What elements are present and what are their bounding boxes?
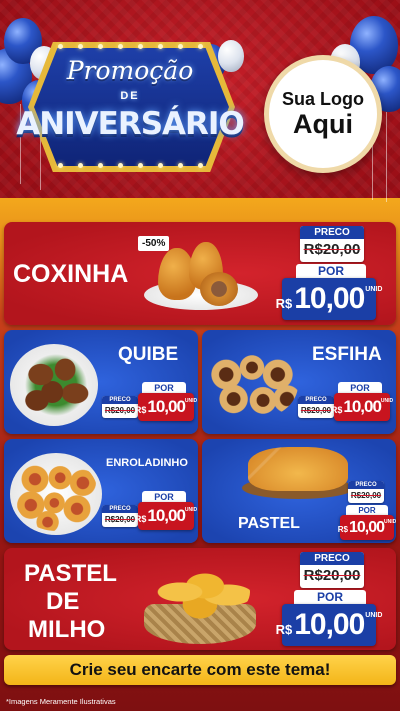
discount-badge: -50%: [138, 236, 170, 251]
old-price-box: PRECO R$20,00: [102, 396, 138, 418]
balloon-string: [386, 112, 387, 202]
bulb: [118, 163, 123, 168]
unit-label: UNID: [184, 398, 198, 404]
old-price-label: PRECO: [102, 396, 138, 404]
new-price-box: R$ 10,00 UNID: [276, 604, 382, 646]
old-price-value: R$20,00: [104, 406, 136, 415]
currency: R$: [134, 513, 147, 524]
old-price-label: PRECO: [348, 481, 384, 489]
old-price-box: PRECO R$20,00: [102, 505, 138, 527]
old-price-value: R$20,00: [350, 491, 382, 500]
old-price-box: PRECO R$20,00: [348, 481, 384, 503]
old-price-box: PRECO R$20,00: [300, 226, 364, 262]
old-price-box: PRECO R$20,00: [298, 396, 334, 418]
bulb: [58, 163, 63, 168]
unit-label: UNID: [365, 286, 383, 293]
product-name-line2: DE: [46, 588, 80, 615]
promo-subtitle: ANIVERSÁRIO: [16, 106, 245, 142]
new-price-box: R$ 10,00 UNID: [134, 502, 198, 530]
promo-de: DE: [120, 90, 140, 102]
old-price-value: R$20,00: [104, 515, 136, 524]
currency: R$: [337, 525, 348, 534]
logo-line1: Sua Logo: [282, 89, 364, 110]
unit-label: UNID: [365, 612, 383, 619]
new-price-value: 10,00: [348, 518, 385, 536]
bulb: [118, 44, 123, 49]
product-card-esfiha: ESFIHA POR PRECO R$20,00 R$ 10,00 UNID: [202, 330, 396, 434]
promo-sign: Promoção DE ANIVERSÁRIO: [14, 40, 246, 172]
product-card-quibe: QUIBE POR PRECO R$20,00 R$ 10,00 UNID: [4, 330, 198, 434]
product-card-pastel: PASTEL PRECO R$20,00 POR R$ 10,00 UNID: [202, 439, 396, 543]
unit-label: UNID: [380, 398, 394, 404]
por-label: POR: [296, 264, 366, 279]
logo-line2: Aqui: [293, 109, 353, 140]
promo-title: Promoção: [66, 56, 194, 85]
bulb: [78, 163, 83, 168]
product-card-pastel-milho: PASTEL DE MILHO PRECO R$20,00 POR R$ 10,…: [4, 548, 396, 650]
product-name: PASTEL: [238, 515, 300, 532]
new-price-box: R$ 10,00 UNID: [330, 393, 394, 421]
new-price-value: 10,00: [147, 506, 186, 525]
old-price-label: PRECO: [300, 552, 364, 565]
old-price-label: PRECO: [298, 396, 334, 404]
old-price-value: R$20,00: [303, 241, 361, 258]
product-name: QUIBE: [118, 344, 179, 365]
old-price-value: R$20,00: [303, 567, 361, 584]
old-price-value: R$20,00: [300, 406, 332, 415]
product-card-coxinha: COXINHA -50% PRECO R$20,00 POR R$ 10,00 …: [4, 222, 396, 325]
logo-placeholder: Sua Logo Aqui: [264, 55, 382, 173]
new-price-value: 10,00: [294, 608, 365, 641]
por-label: POR: [294, 590, 366, 605]
unit-label: UNID: [184, 507, 198, 513]
currency: R$: [134, 404, 147, 415]
product-name: ENROLADINHO: [106, 457, 188, 469]
pastel-image: [248, 447, 348, 491]
bulb: [158, 44, 163, 49]
bulb: [198, 44, 203, 49]
bulb: [78, 44, 83, 49]
coxinha-image: [200, 272, 238, 306]
bulb: [178, 163, 183, 168]
enroladinho-image: [14, 457, 98, 531]
new-price-box: R$ 10,00 UNID: [134, 393, 198, 421]
footnote: *Imagens Meramente Ilustrativas: [6, 697, 116, 706]
product-name-line3: MILHO: [28, 616, 106, 643]
bulb: [198, 163, 203, 168]
product-name-line1: PASTEL: [24, 560, 117, 587]
product-name: COXINHA: [13, 260, 129, 288]
bulb: [158, 163, 163, 168]
unit-label: UNID: [384, 519, 397, 525]
old-price-label: PRECO: [102, 505, 138, 513]
new-price-box: R$ 10,00 UNID: [276, 278, 382, 320]
bulb: [98, 163, 103, 168]
new-price-value: 10,00: [147, 397, 186, 416]
new-price-box: R$ 10,00 UNID: [337, 515, 397, 540]
currency: R$: [275, 621, 293, 637]
bulb: [178, 44, 183, 49]
bulb: [98, 44, 103, 49]
product-name: ESFIHA: [312, 344, 382, 365]
bulb: [138, 163, 143, 168]
currency: R$: [275, 295, 293, 311]
cta-banner: Crie seu encarte com este tema!: [4, 655, 396, 685]
quibe-image: [18, 350, 94, 420]
bulb: [138, 44, 143, 49]
new-price-value: 10,00: [343, 397, 382, 416]
currency: R$: [330, 404, 343, 415]
esfiha-image: [206, 350, 298, 420]
product-card-enroladinho: ENROLADINHO POR PRECO R$20,00 R$ 10,00 U…: [4, 439, 198, 543]
new-price-value: 10,00: [294, 282, 365, 315]
old-price-label: PRECO: [300, 226, 364, 239]
pastel-milho-image: [150, 562, 250, 622]
old-price-box: PRECO R$20,00: [300, 552, 364, 588]
bulb: [58, 44, 63, 49]
